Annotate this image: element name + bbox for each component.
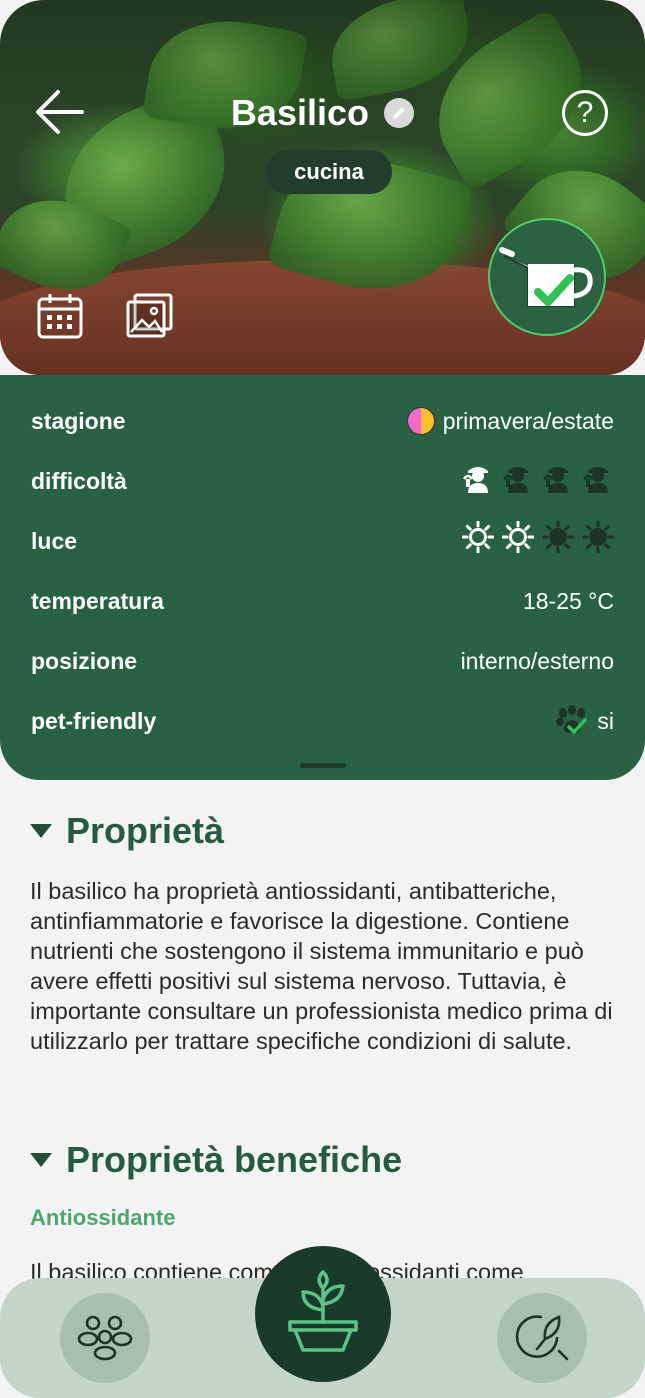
paw-check-icon: [556, 705, 588, 734]
info-label: stagione: [31, 408, 126, 434]
info-row-season: stagione primavera/estate: [31, 401, 614, 441]
category-tag: cucina: [266, 150, 392, 194]
title-row: Basilico: [0, 92, 645, 134]
triangle-down-icon: [30, 824, 52, 838]
properties-text: Il basilico ha proprietà antiossidanti, …: [30, 878, 613, 1054]
info-label: difficoltà: [31, 468, 127, 494]
info-label: pet-friendly: [31, 708, 157, 734]
nav-plants-button[interactable]: [255, 1246, 391, 1382]
gallery-icon: [126, 293, 173, 338]
gallery-button[interactable]: [125, 292, 175, 340]
info-label: luce: [31, 528, 78, 554]
triangle-down-icon: [30, 1153, 52, 1167]
info-value: primavera/estate: [442, 408, 614, 434]
info-row-pet: pet-friendly si: [31, 701, 614, 741]
sun-icon: [462, 521, 494, 553]
info-value: 18-25 °C: [522, 588, 614, 614]
info-row-position: posizione interno/esterno: [31, 641, 614, 681]
community-icon: [77, 1315, 133, 1361]
gardener-icon: [462, 467, 488, 493]
info-panel: stagione primavera/estate difficoltà luc…: [0, 375, 645, 780]
info-value: interno/esterno: [460, 648, 614, 674]
sun-icon: [542, 521, 574, 553]
sun-icon: [582, 521, 614, 553]
info-row-temperature: temperatura 18-25 °C: [31, 581, 614, 621]
light-rating: [462, 521, 614, 553]
section-properties-toggle[interactable]: Proprietà: [30, 810, 224, 852]
plant-pot-icon: [288, 1270, 358, 1352]
info-label: posizione: [31, 648, 138, 674]
question-circle-icon: ?: [576, 96, 594, 129]
plant-search-icon: [515, 1315, 569, 1361]
benefit-subtitle: Antiossidante: [30, 1205, 176, 1230]
gardener-icon: [502, 467, 528, 493]
drag-handle[interactable]: [300, 763, 346, 768]
pencil-icon[interactable]: [384, 98, 415, 128]
page-title: Basilico: [230, 92, 369, 133]
sun-icon: [502, 521, 534, 553]
nav-search-plant-button[interactable]: [497, 1293, 587, 1383]
season-dot-icon: [406, 407, 435, 435]
info-label: temperatura: [31, 588, 164, 614]
section-benefits-toggle[interactable]: Proprietà benefiche: [30, 1139, 402, 1181]
info-row-difficulty: difficoltà: [31, 461, 614, 501]
difficulty-rating: [462, 461, 614, 493]
calendar-button[interactable]: [36, 292, 84, 340]
calendar-icon: [37, 294, 83, 339]
info-row-light: luce: [31, 521, 614, 561]
info-value: si: [597, 708, 614, 734]
hero-image: Basilico ? cucina: [0, 0, 645, 375]
watering-can-check-icon: [499, 247, 593, 307]
gardener-icon: [582, 467, 608, 493]
help-button[interactable]: ?: [562, 90, 608, 136]
gardener-icon: [542, 467, 568, 493]
nav-community-button[interactable]: [60, 1293, 150, 1383]
section-title: Proprietà: [66, 810, 225, 851]
water-button[interactable]: [488, 218, 606, 336]
section-title: Proprietà benefiche: [66, 1139, 403, 1180]
